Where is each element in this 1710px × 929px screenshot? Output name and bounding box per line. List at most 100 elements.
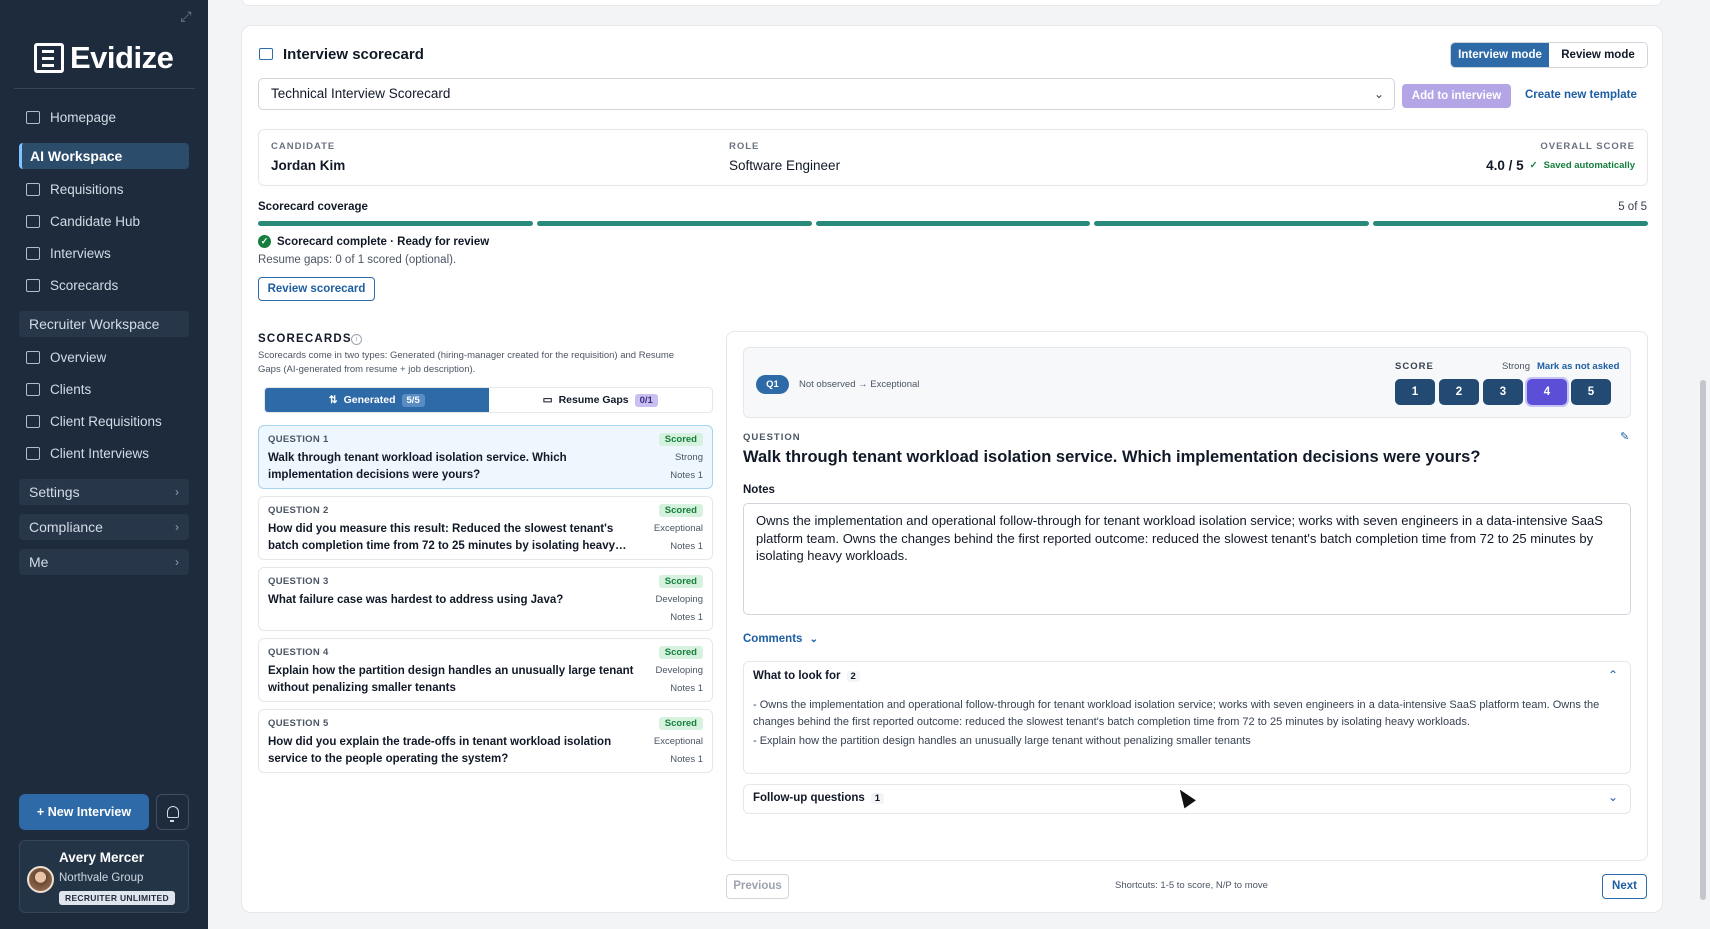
- coverage-segment: [536, 221, 812, 226]
- sidebar-item-clients[interactable]: Clients: [19, 376, 189, 402]
- sidebar: ⤢ Evidize Homepage AI Workspace Requisit…: [0, 0, 208, 929]
- scrollbar[interactable]: [1700, 380, 1706, 900]
- coverage-title: Scorecard coverage: [258, 201, 368, 213]
- sidebar-item-ai-workspace[interactable]: AI Workspace: [19, 143, 189, 169]
- sidebar-group-compliance[interactable]: Compliance ›: [19, 514, 189, 540]
- tab-resume-gaps[interactable]: ▭ Resume Gaps 0/1: [489, 388, 713, 412]
- sidebar-item-interviews[interactable]: Interviews: [19, 240, 189, 266]
- sidebar-item-label: AI Workspace: [30, 148, 123, 164]
- score-button-1[interactable]: 1: [1395, 379, 1435, 405]
- tab-generated[interactable]: ⇅ Generated 5/5: [265, 388, 489, 412]
- review-scorecard-button[interactable]: Review scorecard: [258, 277, 375, 301]
- score-button-4[interactable]: 4: [1527, 379, 1567, 405]
- sidebar-item-candidate-hub[interactable]: Candidate Hub: [19, 208, 189, 234]
- review-mode-button[interactable]: Review mode: [1549, 43, 1647, 67]
- score-button-3[interactable]: 3: [1483, 379, 1523, 405]
- sidebar-item-homepage[interactable]: Homepage: [19, 104, 189, 130]
- avatar: [27, 866, 54, 893]
- role-value: Software Engineer: [729, 158, 841, 173]
- question-number: QUESTION 1: [268, 434, 329, 445]
- sidebar-item-client-requisitions[interactable]: Client Requisitions: [19, 408, 189, 434]
- sort-icon: ⇅: [328, 394, 338, 406]
- question-list-item[interactable]: QUESTION 5 How did you explain the trade…: [258, 709, 713, 773]
- scorecard-type-tabs: ⇅ Generated 5/5 ▭ Resume Gaps 0/1: [264, 387, 713, 413]
- tab-label: Generated: [343, 394, 396, 406]
- expand-icon[interactable]: ⤢: [176, 6, 196, 26]
- question-list-item[interactable]: QUESTION 3 What failure case was hardest…: [258, 567, 713, 631]
- question-list-item[interactable]: QUESTION 4 Explain how the partition des…: [258, 638, 713, 702]
- look-for-item: - Explain how the partition design handl…: [753, 735, 1251, 747]
- chevron-down-icon: ⌄: [1607, 790, 1618, 804]
- tab-count: 5/5: [401, 393, 425, 407]
- question-rating: Exceptional: [653, 523, 703, 534]
- score-panel: Q1 Not observed → Exceptional SCORE Stro…: [743, 347, 1631, 418]
- sidebar-item-requisitions[interactable]: Requisitions: [19, 176, 189, 202]
- question-text: How did you measure this result: Reduced…: [268, 523, 627, 552]
- home-icon: [26, 110, 40, 124]
- building-icon: [26, 382, 40, 396]
- comments-label: Comments: [743, 633, 803, 645]
- previous-button[interactable]: Previous: [726, 874, 789, 899]
- mark-not-asked-link[interactable]: Mark as not asked: [1537, 361, 1619, 372]
- sidebar-item-label: Overview: [50, 349, 107, 365]
- sidebar-group-settings[interactable]: Settings ›: [19, 479, 189, 505]
- plan-badge: RECRUITER UNLIMITED: [59, 891, 175, 905]
- section-title: What to look for: [753, 670, 841, 682]
- status-badge: Scored: [658, 717, 703, 730]
- template-select-value: Technical Interview Scorecard: [271, 86, 451, 101]
- previous-card-edge: [241, 0, 1663, 6]
- add-to-interview-button[interactable]: Add to interview: [1402, 84, 1511, 108]
- comments-toggle[interactable]: Comments ⌄: [743, 633, 818, 645]
- what-to-look-for-header[interactable]: What to look for 2: [753, 670, 860, 682]
- new-interview-button[interactable]: + New Interview: [19, 794, 149, 830]
- score-button-5[interactable]: 5: [1571, 379, 1611, 405]
- briefcase-icon: [26, 182, 40, 196]
- question-rating: Strong: [675, 452, 703, 463]
- logo-icon: [34, 43, 64, 73]
- create-template-link[interactable]: Create new template: [1525, 89, 1637, 101]
- sidebar-item-label: Scorecards: [50, 277, 119, 293]
- scorecards-heading: SCORECARDS: [258, 333, 352, 345]
- coverage-status: ✓ Scorecard complete · Ready for review: [258, 235, 489, 248]
- coverage-progress: [258, 221, 1648, 226]
- sidebar-item-overview[interactable]: Overview: [19, 344, 189, 370]
- sidebar-item-client-interviews[interactable]: Client Interviews: [19, 440, 189, 466]
- section-count: 2: [846, 670, 860, 682]
- status-badge: Scored: [658, 504, 703, 517]
- notifications-button[interactable]: [156, 794, 189, 830]
- coverage-segment: [1373, 221, 1648, 226]
- interview-scorecard-card: Interview scorecard Interview mode Revie…: [241, 25, 1663, 913]
- question-number: QUESTION 5: [268, 718, 329, 729]
- sidebar-group-recruiter-workspace[interactable]: Recruiter Workspace: [19, 311, 189, 337]
- app-logo[interactable]: Evidize: [34, 40, 174, 76]
- role-label: ROLE: [729, 141, 760, 152]
- section-title: Follow-up questions: [753, 792, 865, 804]
- sidebar-item-label: Client Requisitions: [50, 413, 162, 429]
- next-button[interactable]: Next: [1602, 874, 1647, 899]
- user-card[interactable]: Avery Mercer Northvale Group RECRUITER U…: [19, 840, 189, 913]
- template-select[interactable]: Technical Interview Scorecard ⌄: [258, 78, 1395, 110]
- score-label: SCORE: [1395, 361, 1434, 372]
- chevron-up-icon[interactable]: ⌃: [1608, 668, 1618, 682]
- coverage-count: 5 of 5: [1618, 201, 1647, 213]
- info-icon[interactable]: i: [351, 334, 362, 345]
- calendar-icon: [26, 446, 40, 460]
- interview-mode-button[interactable]: Interview mode: [1451, 43, 1549, 67]
- question-list-item[interactable]: QUESTION 2 How did you measure this resu…: [258, 496, 713, 560]
- edit-icon[interactable]: ✎: [1620, 430, 1629, 443]
- sidebar-group-label: Compliance: [29, 519, 103, 535]
- sidebar-item-label: Interviews: [50, 245, 111, 261]
- overall-score-label: OVERALL SCORE: [1540, 141, 1635, 152]
- coverage-segment: [815, 221, 1091, 226]
- question-list-item[interactable]: QUESTION 1 Walk through tenant workload …: [258, 425, 713, 489]
- sidebar-item-scorecards[interactable]: Scorecards: [19, 272, 189, 298]
- question-notes-count: Notes 1: [670, 612, 703, 623]
- notes-textarea[interactable]: Owns the implementation and operational …: [743, 503, 1631, 615]
- candidate-summary: CANDIDATE Jordan Kim ROLE Software Engin…: [258, 129, 1648, 186]
- score-button-2[interactable]: 2: [1439, 379, 1479, 405]
- chevron-down-icon: ⌄: [1373, 87, 1384, 101]
- clipboard-icon: [26, 278, 40, 292]
- chevron-down-icon: ⌄: [809, 634, 819, 645]
- sidebar-group-me[interactable]: Me ›: [19, 549, 189, 575]
- question-text: Walk through tenant workload isolation s…: [268, 452, 567, 481]
